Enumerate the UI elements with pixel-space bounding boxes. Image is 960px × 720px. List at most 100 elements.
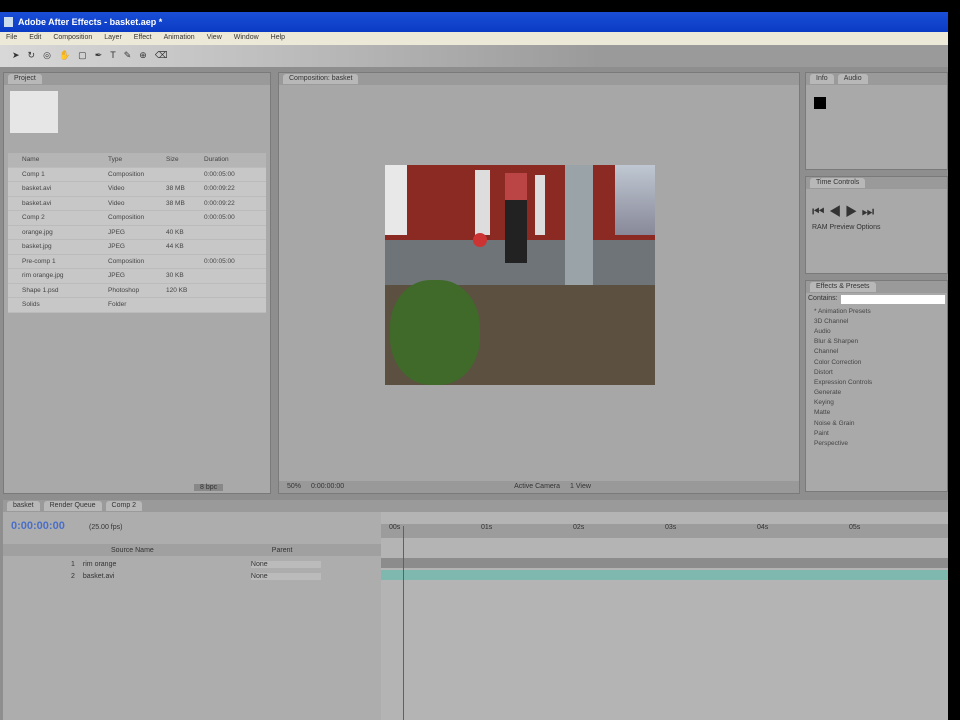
col-name[interactable]: Name bbox=[8, 156, 96, 163]
brush-tool-icon[interactable]: ✎ bbox=[124, 50, 132, 62]
view-select[interactable]: Active Camera bbox=[514, 483, 560, 491]
effect-category[interactable]: Color Correction bbox=[806, 357, 947, 367]
effect-category[interactable]: Channel bbox=[806, 347, 947, 357]
eraser-tool-icon[interactable]: ⌫ bbox=[155, 50, 168, 62]
list-item[interactable]: rim orange.jpg JPEG 30 KB bbox=[8, 269, 266, 284]
item-name: Pre-comp 1 bbox=[22, 257, 56, 265]
list-item[interactable]: basket.avi Video 38 MB 0:00:09:22 bbox=[8, 197, 266, 211]
bit-depth[interactable]: 8 bpc bbox=[194, 484, 224, 491]
screen-border bbox=[948, 0, 960, 720]
project-panel: Project Name Type Size Duration Comp 1 Co… bbox=[3, 72, 271, 494]
tab-timeline-2[interactable]: Comp 2 bbox=[105, 501, 143, 511]
mask-tool-icon[interactable]: ▢ bbox=[78, 50, 87, 62]
item-type: Video bbox=[108, 199, 125, 207]
time-controls-panel: Time Controls ⏮◀▶⏭ RAM Preview Options bbox=[805, 176, 948, 274]
menu-edit[interactable]: Edit bbox=[29, 34, 41, 43]
tab-timeline-1[interactable]: Render Queue bbox=[43, 501, 102, 511]
type-tool-icon[interactable]: T bbox=[110, 50, 116, 62]
layer-name[interactable]: rim orange bbox=[83, 561, 183, 568]
timeline-timecode[interactable]: 0:00:00:00 bbox=[11, 520, 65, 532]
menu-animation[interactable]: Animation bbox=[164, 34, 195, 43]
camera-tool-icon[interactable]: ◎ bbox=[43, 50, 51, 62]
col-parent: Parent bbox=[271, 546, 293, 554]
composition-footer: 50% 0:00:00:00 Active Camera 1 View bbox=[279, 481, 799, 493]
playback-buttons[interactable]: ⏮◀▶⏭ bbox=[806, 189, 947, 220]
effect-category[interactable]: Audio bbox=[806, 326, 947, 336]
item-duration: 0:00:05:00 bbox=[204, 214, 235, 222]
tab-info[interactable]: Info bbox=[810, 74, 834, 84]
tab-effects[interactable]: Effects & Presets bbox=[810, 282, 876, 292]
effect-category[interactable]: Matte bbox=[806, 408, 947, 418]
effect-category[interactable]: Perspective bbox=[806, 438, 947, 448]
item-name: Comp 1 bbox=[22, 170, 45, 178]
effect-category[interactable]: Blur & Sharpen bbox=[806, 337, 947, 347]
col-duration[interactable]: Duration bbox=[204, 156, 266, 163]
views-select[interactable]: 1 View bbox=[570, 483, 591, 491]
item-type: Video bbox=[108, 185, 125, 193]
item-type: Composition bbox=[108, 257, 145, 265]
effect-category[interactable]: Keying bbox=[806, 398, 947, 408]
effect-category[interactable]: Generate bbox=[806, 388, 947, 398]
effect-category[interactable]: Noise & Grain bbox=[806, 418, 947, 428]
ruler-tick: 04s bbox=[757, 524, 769, 531]
project-rows: Comp 1 Composition 0:00:05:00 basket.avi Vid… bbox=[8, 168, 266, 313]
parent-select[interactable]: None bbox=[250, 572, 321, 580]
layer-name[interactable]: basket.avi bbox=[83, 573, 183, 580]
menu-effect[interactable]: Effect bbox=[134, 34, 152, 43]
effect-category[interactable]: Expression Controls bbox=[806, 377, 947, 387]
ram-preview-options[interactable]: RAM Preview Options bbox=[806, 220, 947, 235]
layer-bar-2[interactable] bbox=[381, 570, 948, 580]
layer-bar-1[interactable] bbox=[381, 558, 948, 568]
effects-search-input[interactable] bbox=[840, 295, 945, 304]
menu-file[interactable]: File bbox=[6, 34, 17, 43]
clone-tool-icon[interactable]: ⊕ bbox=[139, 50, 147, 62]
effect-category[interactable]: * Animation Presets bbox=[806, 306, 947, 316]
effect-category[interactable]: 3D Channel bbox=[806, 316, 947, 326]
tab-project[interactable]: Project bbox=[8, 74, 42, 84]
list-item[interactable]: Pre-comp 1 Composition 0:00:05:00 bbox=[8, 255, 266, 269]
tab-timeline-0[interactable]: basket bbox=[7, 501, 40, 511]
effect-category[interactable]: Paint bbox=[806, 428, 947, 438]
item-type: JPEG bbox=[108, 243, 125, 251]
item-name: basket.jpg bbox=[22, 243, 52, 251]
menu-help[interactable]: Help bbox=[271, 34, 285, 43]
timeline-track-area[interactable]: 00s 01s 02s 03s 04s 05s bbox=[381, 512, 948, 720]
list-item[interactable]: Solids Folder bbox=[8, 298, 266, 313]
ruler-tick: 01s bbox=[481, 524, 493, 531]
tab-audio[interactable]: Audio bbox=[837, 74, 868, 84]
list-item[interactable]: Comp 2 Composition 0:00:05:00 bbox=[8, 211, 266, 226]
menu-view[interactable]: View bbox=[207, 34, 222, 43]
project-thumbnail bbox=[10, 91, 58, 133]
current-time-indicator[interactable] bbox=[403, 526, 404, 720]
pan-tool-icon[interactable]: ✋ bbox=[59, 50, 70, 62]
item-duration: 0:00:09:22 bbox=[204, 199, 235, 207]
item-duration: 0:00:05:00 bbox=[204, 170, 235, 178]
rotation-tool-icon[interactable]: ↻ bbox=[28, 50, 36, 62]
menu-composition[interactable]: Composition bbox=[53, 34, 92, 43]
item-duration: 0:00:05:00 bbox=[204, 257, 235, 265]
item-duration: 0:00:09:22 bbox=[204, 185, 235, 193]
selection-tool-icon[interactable]: ➤ bbox=[12, 50, 20, 62]
parent-select[interactable]: None bbox=[250, 560, 321, 568]
effect-category[interactable]: Distort bbox=[806, 367, 947, 377]
comp-timecode[interactable]: 0:00:00:00 bbox=[311, 483, 344, 491]
item-name: Shape 1.psd bbox=[22, 286, 59, 294]
menu-layer[interactable]: Layer bbox=[104, 34, 122, 43]
list-item[interactable]: basket.avi Video 38 MB 0:00:09:22 bbox=[8, 182, 266, 197]
list-item[interactable]: basket.jpg JPEG 44 KB bbox=[8, 240, 266, 255]
layer-row[interactable]: 2 basket.avi None bbox=[3, 570, 381, 582]
zoom-level[interactable]: 50% bbox=[287, 483, 301, 491]
layer-header: Source Name Parent bbox=[3, 544, 381, 556]
col-type[interactable]: Type bbox=[108, 156, 166, 163]
list-item[interactable]: orange.jpg JPEG 40 KB bbox=[8, 226, 266, 240]
tab-time-controls[interactable]: Time Controls bbox=[810, 178, 866, 188]
menu-window[interactable]: Window bbox=[234, 34, 259, 43]
col-size[interactable]: Size bbox=[166, 156, 204, 163]
list-item[interactable]: Comp 1 Composition 0:00:05:00 bbox=[8, 168, 266, 182]
time-ruler[interactable]: 00s 01s 02s 03s 04s 05s bbox=[381, 524, 948, 538]
layer-row[interactable]: 1 rim orange None bbox=[3, 558, 381, 570]
pen-tool-icon[interactable]: ✒ bbox=[95, 50, 103, 62]
tab-composition[interactable]: Composition: basket bbox=[283, 74, 359, 84]
list-item[interactable]: Shape 1.psd Photoshop 120 KB bbox=[8, 284, 266, 298]
ruler-tick: 05s bbox=[849, 524, 861, 531]
